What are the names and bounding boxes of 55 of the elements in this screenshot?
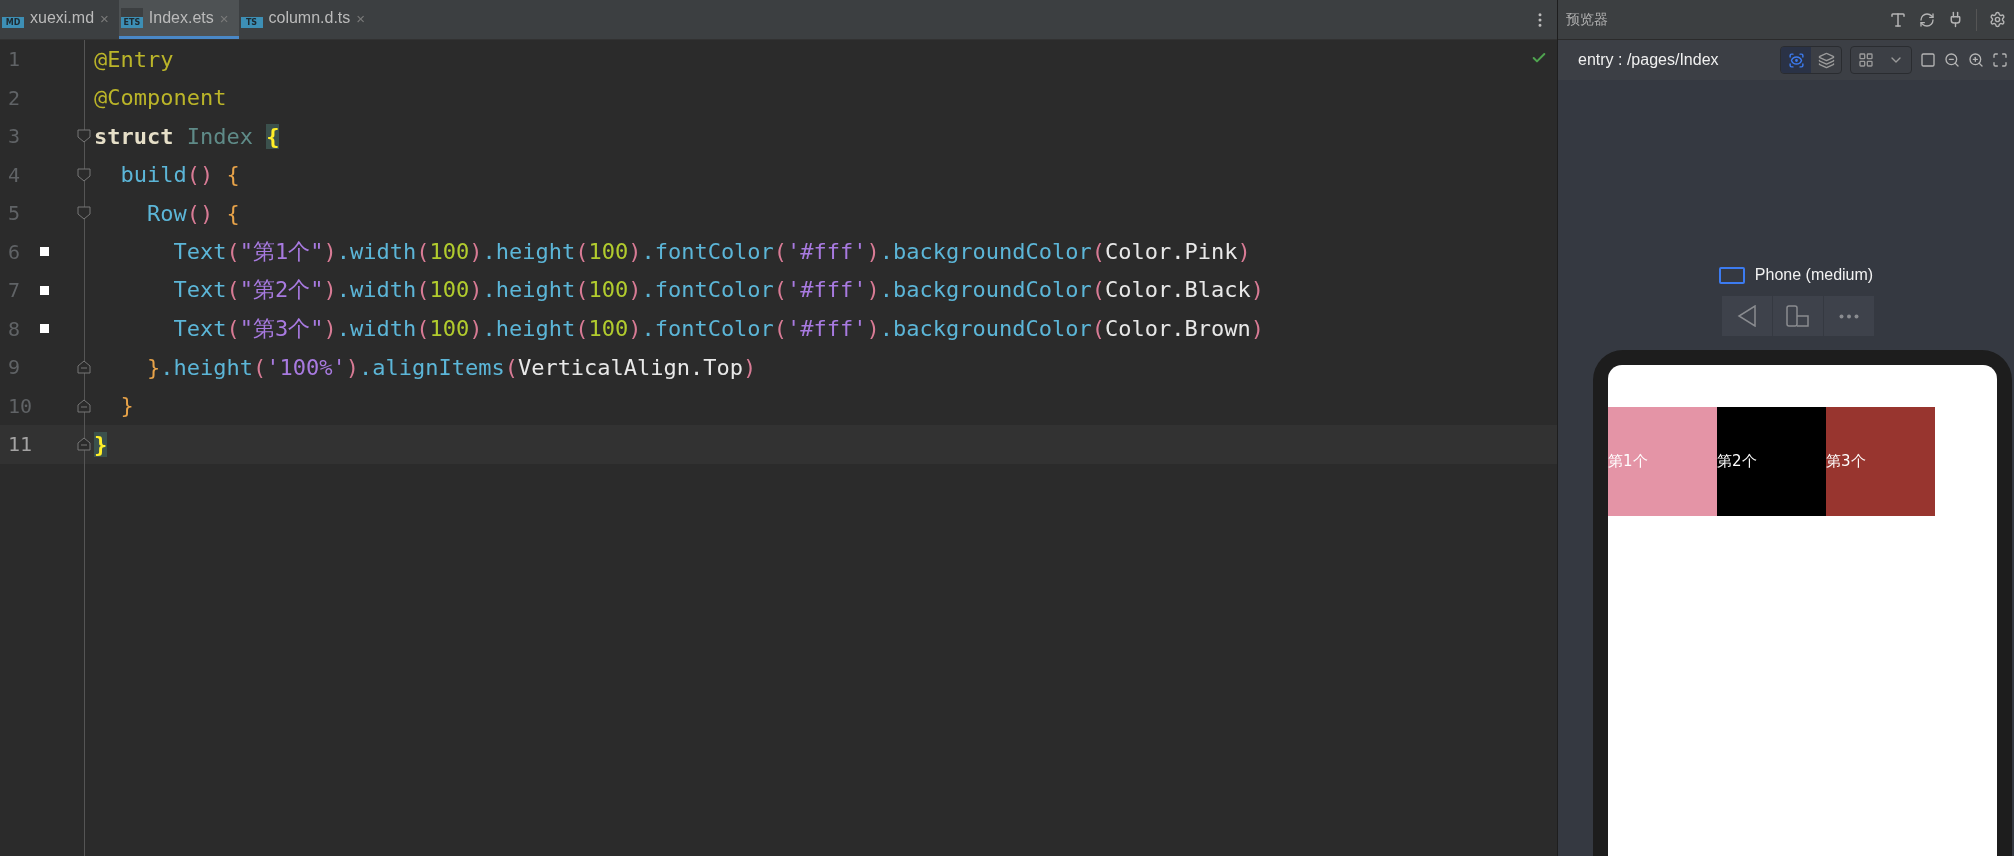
fold-icon[interactable] xyxy=(77,437,91,452)
line-number: 11 xyxy=(7,432,34,457)
settings-icon[interactable] xyxy=(1989,11,2006,28)
back-button[interactable] xyxy=(1722,296,1772,336)
rotate-button[interactable] xyxy=(1773,296,1823,336)
code-line: struct Index { xyxy=(94,123,280,149)
text-block: 第3个 xyxy=(1826,407,1935,516)
back-icon xyxy=(1737,305,1757,327)
text-block: 第2个 xyxy=(1717,407,1826,516)
line-number: 7 xyxy=(7,278,22,303)
text-block: 第1个 xyxy=(1608,407,1717,516)
line-number: 5 xyxy=(7,201,22,226)
code-line: Text("第2个").width(100).height(100).fontColor('#fff').backgroundColor(Color.Black) xyxy=(172,276,1264,305)
device-name: Phone (medium) xyxy=(1754,266,1874,284)
file-tab[interactable]: MD xuexi.md × xyxy=(0,0,119,39)
line-number: 1 xyxy=(7,47,22,72)
view-toggle[interactable] xyxy=(1781,47,1811,73)
code-line: build() { xyxy=(119,162,240,188)
close-icon[interactable]: × xyxy=(100,9,109,27)
rotate-device-icon xyxy=(1786,305,1810,327)
file-tab[interactable]: ETS Index.ets × xyxy=(118,0,239,39)
file-tab[interactable]: TS column.d.ts × xyxy=(238,0,376,39)
line-number: 8 xyxy=(7,316,22,341)
code-line: } xyxy=(119,393,134,419)
close-icon[interactable]: × xyxy=(356,9,366,27)
more-icon xyxy=(1839,313,1859,319)
inspect-icon xyxy=(1787,51,1805,69)
zoom-in-icon[interactable] xyxy=(1968,52,1984,68)
fold-icon[interactable] xyxy=(77,206,91,221)
refresh-icon[interactable] xyxy=(1919,11,1935,28)
code-line: @Component xyxy=(94,85,227,111)
code-line: Text("第1个").width(100).height(100).fontColor('#fff').backgroundColor(Color.Pink) xyxy=(172,237,1251,266)
code-line: Row() { xyxy=(145,200,240,226)
page-route: entry : /pages/Index xyxy=(1578,51,1720,69)
code-line: Text("第3个").width(100).height(100).fontColor('#fff').backgroundColor(Color.Brown) xyxy=(172,314,1264,343)
file-icon: ETS xyxy=(120,8,143,28)
zoom-out-icon[interactable] xyxy=(1944,52,1960,68)
line-number: 4 xyxy=(7,162,22,187)
line-number: 10 xyxy=(7,393,34,418)
frame-icon[interactable] xyxy=(1920,52,1936,68)
line-number: 6 xyxy=(7,239,22,264)
fold-icon[interactable] xyxy=(77,360,91,375)
text-size-icon[interactable] xyxy=(1889,10,1907,29)
code-line: @Entry xyxy=(94,46,174,72)
panel-title: 预览器 xyxy=(1566,10,1609,29)
fit-icon[interactable] xyxy=(1992,52,2008,68)
line-number: 3 xyxy=(7,124,22,149)
device-icon xyxy=(1718,266,1745,284)
fold-icon[interactable] xyxy=(77,398,91,413)
fold-icon[interactable] xyxy=(77,129,91,144)
layers-icon xyxy=(1817,51,1835,69)
fold-icon[interactable] xyxy=(77,167,91,182)
line-number: 2 xyxy=(7,85,22,110)
line-number: 9 xyxy=(7,355,22,380)
code-line: }.height('100%').alignItems(VerticalAlign.Top) xyxy=(145,354,757,380)
